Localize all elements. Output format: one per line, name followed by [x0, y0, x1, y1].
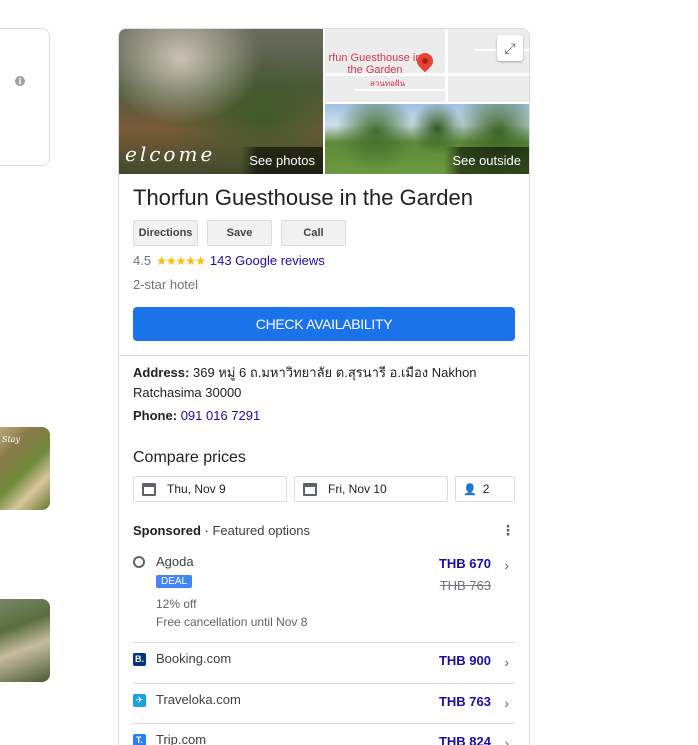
- offer-price: THB 824: [438, 734, 491, 745]
- left-thumbnail-1[interactable]: Stay: [0, 427, 50, 510]
- trip-logo-icon: T.: [133, 734, 146, 745]
- hotel-title: Thorfun Guesthouse in the Garden: [133, 185, 473, 210]
- chevron-right-icon: ›: [504, 557, 509, 573]
- offer-name: Trip.com: [156, 732, 207, 745]
- welcome-sign-text: elcome: [125, 142, 216, 166]
- info-icon[interactable]: i: [15, 76, 25, 86]
- hotel-knowledge-panel: elcome See photos rfun Guesthouse in the…: [118, 28, 530, 745]
- map-place-sublabel: สวนทอฝัน: [370, 79, 406, 88]
- offer-name: Traveloka.com: [156, 692, 241, 707]
- divider: [119, 355, 529, 356]
- offer-agoda[interactable]: Agoda THB 670 › DEAL THB 763 12% off Fre…: [133, 554, 515, 644]
- action-buttons: Directions Save Call: [133, 220, 346, 246]
- check-in-field[interactable]: Thu, Nov 9: [133, 476, 287, 502]
- traveloka-logo-icon: ✈: [133, 694, 146, 707]
- photo-strip: elcome See photos rfun Guesthouse in the…: [119, 29, 529, 174]
- divider: [133, 683, 515, 684]
- outside-photo[interactable]: See outside: [325, 104, 529, 174]
- offer-discount: 12% off: [156, 597, 197, 611]
- map-preview[interactable]: rfun Guesthouse in the Garden สวนทอฝัน ⤢: [325, 29, 529, 102]
- sponsored-separator: ·: [200, 523, 213, 538]
- rating-row: 4.5 ★★★★★ 143 Google reviews: [133, 253, 325, 268]
- offer-old-price: THB 763: [439, 578, 491, 593]
- see-photos-link[interactable]: See photos: [241, 147, 323, 174]
- left-thumbnail-2[interactable]: [0, 599, 50, 682]
- directions-button[interactable]: Directions: [133, 220, 198, 246]
- reviews-link[interactable]: 143 Google reviews: [210, 253, 325, 268]
- check-out-value: Fri, Nov 10: [328, 482, 387, 496]
- guests-field[interactable]: 👤 2: [455, 476, 515, 502]
- rating-value: 4.5: [133, 253, 152, 268]
- offer-traveloka[interactable]: ✈ Traveloka.com THB 763 ›: [133, 692, 515, 732]
- phone-block: Phone: 091 016 7291: [133, 408, 260, 423]
- save-button[interactable]: Save: [207, 220, 272, 246]
- offer-trip[interactable]: T. Trip.com THB 824 ›: [133, 732, 515, 745]
- offer-name: Booking.com: [156, 651, 232, 666]
- phone-label: Phone:: [133, 408, 178, 423]
- offer-price: THB 670: [438, 556, 491, 571]
- main-photo[interactable]: elcome See photos: [119, 29, 323, 174]
- guests-value: 2: [482, 482, 490, 496]
- offer-price: THB 763: [438, 694, 491, 709]
- star-rating-icon: ★★★★★: [156, 253, 206, 268]
- more-options-icon[interactable]: ⋮: [501, 523, 515, 537]
- divider: [133, 723, 515, 724]
- calendar-icon: [142, 482, 156, 496]
- offer-booking[interactable]: B. Booking.com THB 900 ›: [133, 651, 515, 691]
- chevron-right-icon: ›: [504, 695, 509, 711]
- check-in-value: Thu, Nov 9: [167, 482, 226, 496]
- offer-name: Agoda: [156, 554, 194, 569]
- map-place-label: rfun Guesthouse in the Garden: [328, 52, 422, 76]
- booking-logo-icon: B.: [133, 653, 146, 666]
- compare-prices-title: Compare prices: [133, 449, 246, 466]
- expand-icon[interactable]: ⤢: [497, 35, 523, 61]
- featured-options-label: Featured options: [212, 523, 311, 538]
- check-availability-button[interactable]: CHECK AVAILABILITY: [133, 307, 515, 341]
- calendar-icon: [303, 482, 317, 496]
- deal-badge: DEAL: [156, 575, 193, 588]
- sponsored-header: Sponsored · Featured options: [133, 523, 310, 538]
- sponsored-label: Sponsored: [133, 523, 201, 538]
- chevron-right-icon: ›: [504, 654, 509, 670]
- offer-cancellation-note: Free cancellation until Nov 8: [156, 615, 308, 629]
- address-label: Address:: [133, 365, 190, 380]
- address-block: Address: 369 หมู่ 6 ถ.มหาวิทยาลัย ต.สุรน…: [133, 363, 513, 403]
- offer-price: THB 900: [438, 653, 491, 668]
- hotel-class: 2-star hotel: [133, 277, 199, 292]
- chevron-right-icon: ›: [504, 735, 509, 745]
- phone-number-link[interactable]: 091 016 7291: [181, 408, 261, 423]
- left-partial-card: i: [0, 28, 50, 166]
- agoda-logo-icon: [133, 556, 145, 568]
- person-icon: 👤: [463, 483, 477, 496]
- call-button[interactable]: Call: [281, 220, 346, 246]
- divider: [133, 642, 515, 643]
- thumbnail-text: Stay: [2, 435, 20, 444]
- check-out-field[interactable]: Fri, Nov 10: [294, 476, 448, 502]
- see-outside-link[interactable]: See outside: [444, 147, 529, 174]
